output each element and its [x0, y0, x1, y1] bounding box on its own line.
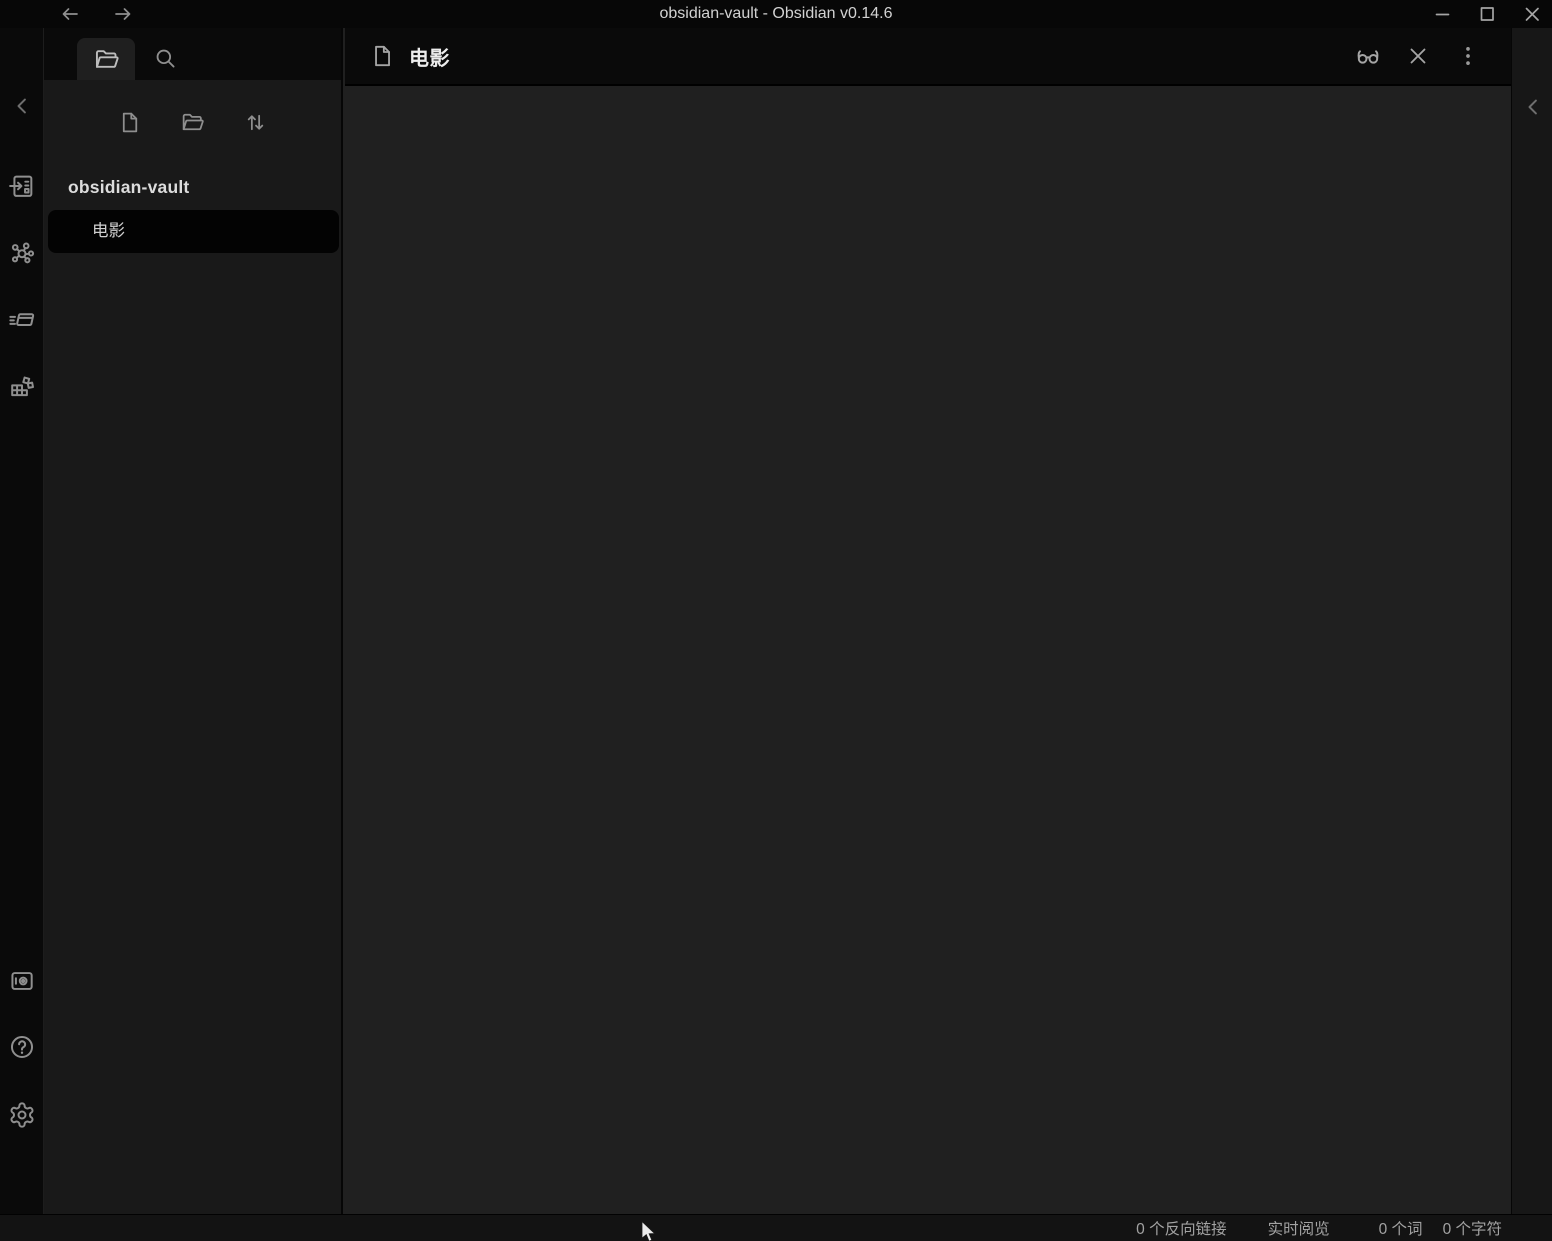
explorer-tab-header	[44, 28, 341, 80]
note-editor-content[interactable]	[345, 88, 1511, 1214]
window-title: obsidian-vault - Obsidian v0.14.6	[0, 0, 1552, 28]
file-explorer-pane: obsidian-vault 电影	[44, 28, 343, 1214]
reading-mode-glasses-icon[interactable]	[1353, 41, 1383, 71]
graph-view-icon[interactable]	[8, 239, 36, 267]
titlebar: obsidian-vault - Obsidian v0.14.6	[0, 0, 1552, 28]
mouse-cursor	[641, 1221, 659, 1241]
status-editor-mode[interactable]: 实时阅览	[1268, 1217, 1330, 1239]
settings-gear-icon[interactable]	[8, 1101, 36, 1129]
help-icon[interactable]	[8, 1033, 36, 1061]
close-icon[interactable]	[1520, 2, 1544, 26]
statusbar: 0 个反向链接 实时阅览 0 个词 0 个字符	[0, 1214, 1552, 1241]
card-stack-icon[interactable]	[8, 306, 36, 334]
more-options-kebab-icon[interactable]	[1453, 41, 1483, 71]
tab-search[interactable]	[142, 38, 190, 80]
editor-header: 电影	[345, 28, 1511, 86]
left-ribbon	[0, 28, 44, 1214]
collapse-left-sidebar-icon[interactable]	[8, 92, 36, 120]
explorer-actions	[44, 106, 341, 138]
editor-pane: 电影	[345, 28, 1511, 1214]
status-char-count: 0 个字符	[1443, 1217, 1502, 1239]
obsidian-window: obsidian-vault - Obsidian v0.14.6	[0, 0, 1552, 1241]
file-row-selected[interactable]: 电影	[48, 210, 339, 253]
sort-order-icon[interactable]	[243, 110, 268, 135]
right-sidebar-strip	[1511, 28, 1552, 1214]
search-icon	[153, 46, 179, 72]
status-backlinks-count: 0 个反向链接	[1136, 1217, 1226, 1239]
minimize-icon[interactable]	[1431, 2, 1455, 26]
maximize-icon[interactable]	[1475, 2, 1499, 26]
editor-tab-title: 电影	[409, 42, 450, 71]
close-pane-icon[interactable]	[1403, 41, 1433, 71]
grid-blocks-icon[interactable]	[8, 373, 36, 401]
vault-switcher-icon[interactable]	[8, 967, 36, 995]
document-icon	[369, 43, 395, 69]
open-note-arrow-icon[interactable]	[8, 172, 36, 200]
folder-tab-icon	[93, 46, 120, 73]
expand-right-sidebar-icon[interactable]	[1519, 93, 1547, 121]
new-file-icon[interactable]	[117, 110, 142, 135]
vault-name[interactable]: obsidian-vault	[68, 174, 189, 200]
status-word-count: 0 个词	[1379, 1217, 1423, 1239]
tab-file-explorer[interactable]	[77, 38, 135, 80]
new-folder-icon[interactable]	[180, 110, 205, 135]
